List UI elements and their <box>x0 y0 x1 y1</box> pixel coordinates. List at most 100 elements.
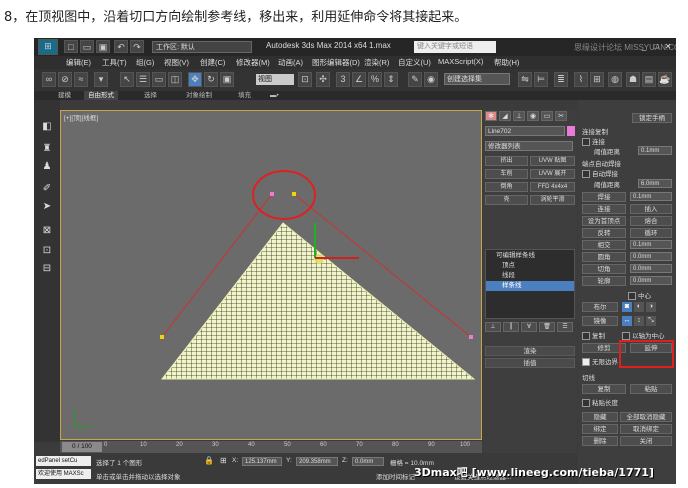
save-icon[interactable]: ▣ <box>96 40 110 53</box>
maxscript-listener-input[interactable]: edPanel setCu <box>36 456 91 466</box>
fuse-button[interactable]: 熔合 <box>630 216 672 226</box>
unhide-all-button[interactable]: 全部取消隐藏 <box>620 412 672 422</box>
mirror-both-icon[interactable]: ⤡ <box>646 316 656 326</box>
boolean-union-icon[interactable]: ◙ <box>622 302 632 312</box>
make-first-button[interactable]: 设为首顶点 <box>582 216 626 226</box>
stack-item-vertex[interactable]: 顶点 <box>486 261 574 271</box>
chamfer-spinner[interactable]: 0.0mm <box>630 264 672 273</box>
filter-icon[interactable]: ▾ <box>94 72 108 87</box>
connect-checkbox[interactable]: 连接 <box>582 136 605 147</box>
bind-button[interactable]: 绑定 <box>582 424 618 434</box>
menu-modifiers[interactable]: 修改器(M) <box>236 57 270 68</box>
lock-handles-button[interactable]: 锁定手柄 <box>632 113 672 123</box>
z-coord[interactable]: 0.0mm <box>352 457 384 466</box>
paste-tangent-button[interactable]: 粘贴 <box>630 384 672 394</box>
x-coord[interactable]: 125.137mm <box>242 457 282 466</box>
paste-length-checkbox[interactable]: 粘贴长度 <box>582 397 618 408</box>
box-import-icon[interactable]: ⊟ <box>40 262 54 276</box>
render-frame-icon[interactable]: ▤ <box>642 72 656 87</box>
crossinsert-button[interactable]: 相交 <box>582 240 626 250</box>
weld-button[interactable]: 焊接 <box>582 192 626 202</box>
utilities-tab-icon[interactable]: ✂ <box>555 111 567 121</box>
render-setup-icon[interactable]: ☗ <box>626 72 640 87</box>
menu-edit[interactable]: 编辑(E) <box>66 57 91 68</box>
shirt-icon[interactable]: ♜ <box>40 142 54 156</box>
turbosmooth-button[interactable]: 涡轮平滑 <box>530 195 575 205</box>
maximize-icon[interactable]: □ <box>650 41 662 52</box>
outline-button[interactable]: 轮廓 <box>582 276 626 286</box>
top-viewport[interactable]: [+][顶][线框] <box>60 110 482 440</box>
window-crossing-icon[interactable]: ◫ <box>168 72 182 87</box>
crossinsert-spinner[interactable]: 0.1mm <box>630 240 672 249</box>
named-sel-icon[interactable]: ◉ <box>424 72 438 87</box>
box-icon[interactable]: ⊠ <box>40 224 54 238</box>
selection-set-dropdown[interactable]: 创建选择集 <box>444 73 510 85</box>
ribbon-tab-modeling[interactable]: 建模 <box>54 91 75 100</box>
workspace-dropdown[interactable]: 工作区: 默认 <box>152 41 252 53</box>
rotate-icon[interactable]: ↻ <box>204 72 218 87</box>
menu-views[interactable]: 视图(V) <box>164 57 189 68</box>
infinite-bounds-checkbox[interactable]: 无限边界 <box>582 356 618 367</box>
modifier-stack[interactable]: 可编辑样条线 顶点 线段 样条线 <box>485 249 575 319</box>
timeline[interactable]: 0 / 100 0 10 20 30 40 50 60 70 80 90 100 <box>60 441 482 453</box>
delete-button[interactable]: 删除 <box>582 436 618 446</box>
stack-item-segment[interactable]: 线段 <box>486 271 574 281</box>
edit-named-sel-icon[interactable]: ✎ <box>408 72 422 87</box>
ribbon-tab-freeform[interactable]: 自由形式 <box>84 91 118 100</box>
reverse-button[interactable]: 反转 <box>582 228 626 238</box>
menu-group[interactable]: 组(G) <box>136 57 154 68</box>
mirror-button[interactable]: 镜像 <box>582 316 618 326</box>
unlink-icon[interactable]: ⊘ <box>58 72 72 87</box>
boolean-button[interactable]: 布尔 <box>582 302 618 312</box>
pin-stack-icon[interactable]: ⊥ <box>485 322 501 332</box>
threshold-spinner[interactable]: 0.1mm <box>638 146 672 155</box>
search-input[interactable]: 键入关键字或短语 <box>414 41 496 53</box>
uvw-map-button[interactable]: UVW 贴图 <box>530 156 575 166</box>
bind-icon[interactable]: ≈ <box>74 72 88 87</box>
menu-maxscript[interactable]: MAXScript(X) <box>438 57 483 66</box>
material-editor-icon[interactable]: ◍ <box>608 72 622 87</box>
chamfer-button[interactable]: 切角 <box>582 264 626 274</box>
app-logo-icon[interactable]: ⊞ <box>38 39 58 55</box>
menu-customize[interactable]: 自定义(U) <box>398 57 431 68</box>
about-pivot-checkbox[interactable]: 以轴为中心 <box>622 330 665 341</box>
fillet-spinner[interactable]: 0.0mm <box>630 252 672 261</box>
link-icon[interactable]: ∞ <box>42 72 56 87</box>
weld-threshold-spinner[interactable]: 6.0mm <box>638 179 672 188</box>
ribbon-tab-object-paint[interactable]: 对象绘制 <box>182 91 216 100</box>
render-icon[interactable]: ☕ <box>658 72 672 87</box>
ribbon-tab-populate[interactable]: 填充 <box>234 91 255 100</box>
object-name-field[interactable]: Line702 <box>485 126 565 136</box>
y-coord[interactable]: 209.358mm <box>296 457 338 466</box>
stack-item-editable-spline[interactable]: 可编辑样条线 <box>486 251 574 261</box>
select-by-name-icon[interactable]: ☰ <box>136 72 150 87</box>
open-icon[interactable]: ▭ <box>80 40 94 53</box>
close-button[interactable]: 关闭 <box>620 436 672 446</box>
copy-checkbox[interactable]: 复制 <box>582 330 605 341</box>
close-icon[interactable]: ✕ <box>662 41 674 52</box>
extrude-button[interactable]: 挤出 <box>485 156 528 166</box>
percent-snap-icon[interactable]: % <box>368 72 382 87</box>
insert-button[interactable]: 插入 <box>630 204 672 214</box>
reference-coord-dropdown[interactable]: 视图 <box>256 74 294 85</box>
modifier-list-dropdown[interactable]: 修改器列表 <box>485 141 573 151</box>
lock-icon[interactable]: 🔒 <box>204 456 214 465</box>
viewport-layout-icon[interactable]: ◧ <box>40 120 54 134</box>
outline-spinner[interactable]: 0.0mm <box>630 276 672 285</box>
arrow-icon[interactable]: ➤ <box>40 200 54 214</box>
move-icon[interactable]: ✥ <box>188 72 202 87</box>
scale-icon[interactable]: ▣ <box>220 72 234 87</box>
show-end-result-icon[interactable]: ┃ <box>503 322 519 332</box>
add-time-tag[interactable]: 添加时间标记 <box>376 471 415 481</box>
ffd-button[interactable]: FFD 4x4x4 <box>530 182 575 192</box>
connect-button[interactable]: 连接 <box>582 204 626 214</box>
motion-tab-icon[interactable]: ◉ <box>527 111 539 121</box>
redo-icon[interactable]: ↷ <box>130 40 144 53</box>
auto-weld-checkbox[interactable]: 自动焊接 <box>582 168 618 179</box>
display-tab-icon[interactable]: ▭ <box>541 111 553 121</box>
center-checkbox[interactable]: 中心 <box>628 290 651 301</box>
uvw-unwrap-button[interactable]: UVW 展开 <box>530 169 575 179</box>
menu-tools[interactable]: 工具(T) <box>102 57 127 68</box>
cycle-button[interactable]: 循环 <box>630 228 672 238</box>
pivot-icon[interactable]: ⊡ <box>298 72 312 87</box>
